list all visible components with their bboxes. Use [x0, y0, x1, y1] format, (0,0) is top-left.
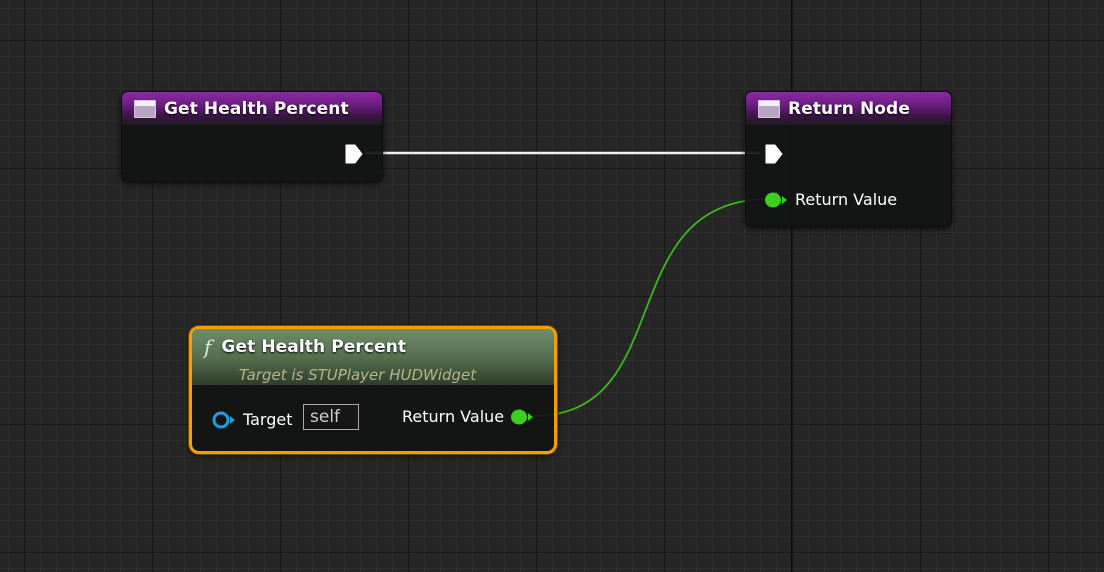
function-entry-node[interactable]: Get Health Percent	[121, 91, 383, 182]
return-value-pin[interactable]	[510, 408, 536, 426]
target-value-field[interactable]: self	[303, 404, 359, 430]
return-value-pin[interactable]	[764, 191, 790, 209]
return-value-label: Return Value	[795, 190, 898, 209]
function-call-node[interactable]: f Get Health Percent Target is STUPlayer…	[189, 326, 557, 454]
exec-out-pin[interactable]	[344, 143, 364, 165]
data-wire[interactable]	[532, 198, 771, 417]
graph-origin-line	[791, 0, 792, 572]
target-label: Target	[243, 410, 293, 429]
wires-layer	[366, 151, 771, 417]
function-entry-icon	[134, 99, 156, 118]
return-value-label: Return Value	[402, 407, 505, 426]
function-result-icon	[758, 99, 780, 118]
node-subtitle: Target is STUPlayer HUDWidget	[239, 366, 477, 384]
node-header[interactable]: Return Node	[746, 92, 951, 125]
exec-in-pin[interactable]	[764, 143, 784, 165]
function-f-icon: f	[204, 335, 212, 359]
node-title: Get Health Percent	[164, 98, 349, 119]
return-node[interactable]: Return Node Return Value	[745, 91, 952, 227]
node-header[interactable]: Get Health Percent	[122, 92, 382, 125]
node-title: Return Node	[788, 98, 910, 119]
node-title: Get Health Percent	[221, 337, 407, 357]
target-pin[interactable]	[212, 411, 238, 429]
